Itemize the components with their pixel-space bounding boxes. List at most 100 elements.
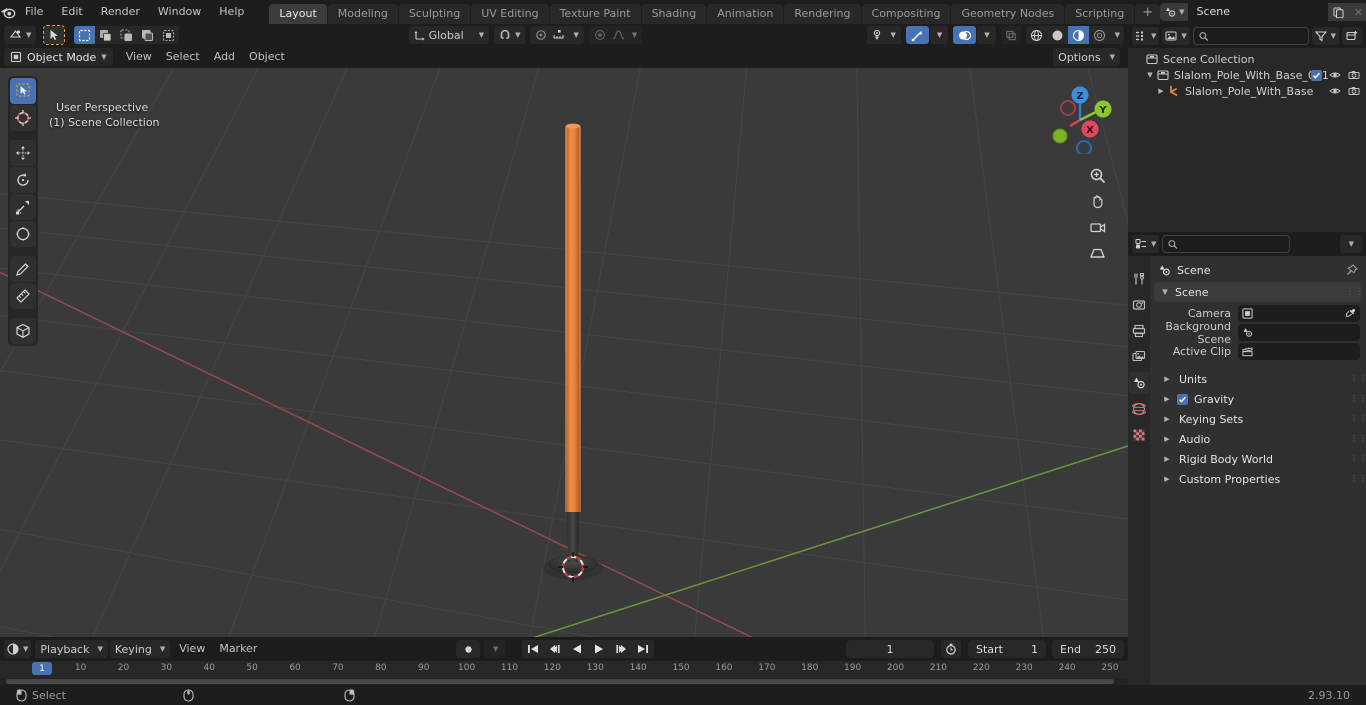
frame-start-field[interactable]: Start 1: [968, 640, 1047, 658]
gizmo-icon[interactable]: [905, 26, 929, 44]
workspace-tab-geometry-nodes[interactable]: Geometry Nodes: [951, 4, 1065, 24]
perspective-ortho-icon[interactable]: [1086, 242, 1108, 264]
timeline-menu-view[interactable]: View: [172, 640, 212, 658]
transform-orientation-selector[interactable]: Global ▼: [408, 26, 490, 44]
viewport-canvas[interactable]: User Perspective (1) Scene Collection Z …: [0, 68, 1128, 637]
shading-mode-group[interactable]: ▼: [1025, 26, 1125, 44]
timeline-ruler[interactable]: 1 10 20 30 40 50 60 70 80 90 100 110 120 130 140 150 160…: [0, 661, 1128, 677]
editor-type-outliner-icon[interactable]: ▼: [1132, 27, 1160, 45]
chevron-right-icon[interactable]: ▶: [1162, 435, 1172, 443]
auto-keying-options-chevron-icon[interactable]: ▼: [484, 640, 507, 658]
select-invert-icon[interactable]: [137, 26, 158, 44]
outliner-row[interactable]: ▼ Slalom_Pole_With_Base_001: [1128, 67, 1366, 83]
play-reverse-button[interactable]: [566, 640, 588, 658]
workspace-tab-rendering[interactable]: Rendering: [784, 4, 861, 24]
select-box-cursor-icon[interactable]: [43, 25, 66, 45]
select-set-icon[interactable]: [74, 26, 96, 44]
properties-tab-tool[interactable]: [1129, 268, 1149, 290]
top-menu-help[interactable]: Help: [210, 2, 253, 22]
workspace-tab-texture-paint[interactable]: Texture Paint: [549, 4, 641, 24]
hand-pan-icon[interactable]: [1086, 190, 1108, 212]
chevron-right-icon[interactable]: ▶: [1162, 395, 1172, 403]
snap-magnet-icon[interactable]: ▼: [494, 26, 526, 44]
stopwatch-icon[interactable]: [941, 640, 962, 658]
properties-tab-view-layer[interactable]: [1129, 346, 1149, 368]
pin-icon[interactable]: [1346, 264, 1358, 276]
workspace-tab-scripting[interactable]: Scripting: [1065, 4, 1135, 24]
top-menu-window[interactable]: Window: [149, 2, 210, 22]
eye-icon[interactable]: [1329, 85, 1341, 97]
top-menu-file[interactable]: File: [16, 2, 52, 22]
workspace-tab-shading[interactable]: Shading: [641, 4, 707, 24]
previous-keyframe-button[interactable]: [544, 640, 566, 658]
xray-icon[interactable]: [1000, 26, 1021, 44]
top-menu-edit[interactable]: Edit: [52, 2, 91, 22]
editor-type-timeline-icon[interactable]: ▼: [4, 640, 32, 658]
properties-tab-world[interactable]: [1129, 398, 1149, 420]
jump-to-end-button[interactable]: [632, 640, 654, 658]
timeline-menu-playback[interactable]: Playback ▼: [35, 640, 108, 658]
select-mode-group[interactable]: [74, 26, 180, 44]
filter-icon[interactable]: ▼: [1311, 27, 1339, 45]
property-field-active-clip[interactable]: [1238, 343, 1360, 360]
shading-options-chevron-icon[interactable]: ▼: [1110, 26, 1124, 44]
properties-options-chevron-icon[interactable]: ▼: [1339, 235, 1362, 253]
viewport-options-button[interactable]: Options ▼: [1053, 48, 1120, 66]
eyedropper-icon[interactable]: [1345, 308, 1356, 319]
copy-icon[interactable]: [1328, 3, 1349, 21]
camera-icon[interactable]: [1086, 216, 1108, 238]
move-tool[interactable]: [10, 140, 36, 166]
shading-wireframe-icon[interactable]: [1026, 26, 1047, 44]
outliner-row[interactable]: Scene Collection: [1128, 51, 1366, 67]
timeline-menu-keying[interactable]: Keying ▼: [109, 640, 171, 658]
chevron-down-icon[interactable]: ▼: [1145, 71, 1155, 79]
zoom-icon[interactable]: [1086, 164, 1108, 186]
auto-keying-record-icon[interactable]: [456, 640, 481, 658]
scene-name[interactable]: Scene: [1188, 3, 1329, 21]
tweak-tool[interactable]: [10, 78, 36, 104]
panel-units-header[interactable]: ▶ Units ⋮⋮: [1150, 369, 1366, 389]
annotate-tool[interactable]: [10, 256, 36, 282]
cursor-tool[interactable]: [10, 105, 36, 131]
panel-scene-header[interactable]: ▼ Scene ⋮⋮: [1154, 282, 1363, 302]
workspace-tab-modeling[interactable]: Modeling: [327, 4, 398, 24]
editor-type-3dview-icon[interactable]: ▼: [4, 26, 37, 44]
properties-search-input[interactable]: [1162, 235, 1291, 253]
select-intersect-icon[interactable]: [158, 26, 179, 44]
top-menu-render[interactable]: Render: [92, 2, 149, 22]
gizmo-options-chevron-icon[interactable]: ▼: [929, 26, 949, 44]
viewport-menu-object[interactable]: Object: [242, 48, 292, 66]
editor-type-properties-icon[interactable]: ▼: [1132, 235, 1160, 253]
chevron-right-icon[interactable]: ▶: [1156, 87, 1166, 95]
chevron-right-icon[interactable]: ▶: [1162, 415, 1172, 423]
panel-gravity-header[interactable]: ▶ Gravity ⋮⋮: [1150, 389, 1366, 409]
workspace-tab-compositing[interactable]: Compositing: [861, 4, 951, 24]
property-field-background-scene[interactable]: [1238, 324, 1360, 341]
playback-transport-group[interactable]: [522, 640, 655, 658]
scene-icon[interactable]: ▼: [1160, 3, 1189, 21]
properties-tab-render[interactable]: [1129, 294, 1149, 316]
workspace-tab-layout[interactable]: Layout: [269, 4, 327, 24]
select-extend-icon[interactable]: [95, 26, 116, 44]
new-collection-icon[interactable]: [1342, 27, 1362, 45]
workspace-tab-sculpting[interactable]: Sculpting: [398, 4, 471, 24]
viewport-menu-view[interactable]: View: [119, 48, 159, 66]
timeline-menu-marker[interactable]: Marker: [212, 640, 264, 658]
rotate-tool[interactable]: [10, 167, 36, 193]
checkbox-gravity[interactable]: [1177, 393, 1188, 405]
current-frame-field[interactable]: 1: [846, 640, 935, 658]
property-field-camera[interactable]: [1238, 305, 1360, 322]
shading-material-preview-icon[interactable]: [1067, 26, 1089, 44]
properties-tab-texture[interactable]: [1129, 424, 1149, 446]
outliner-display-mode-icon[interactable]: ▼: [1162, 27, 1190, 45]
transform-tool[interactable]: [10, 221, 36, 247]
blender-logo-icon[interactable]: [0, 0, 16, 24]
add-cube-tool[interactable]: [10, 318, 36, 344]
frame-end-field[interactable]: End 250: [1052, 640, 1125, 658]
properties-tab-scene[interactable]: [1129, 372, 1149, 394]
next-keyframe-button[interactable]: [610, 640, 632, 658]
outliner-row[interactable]: ▶ Slalom_Pole_With_Base: [1128, 83, 1366, 99]
shading-rendered-icon[interactable]: [1089, 26, 1110, 44]
shading-solid-icon[interactable]: [1047, 26, 1068, 44]
object-visibility-selector[interactable]: ▼: [867, 26, 901, 44]
